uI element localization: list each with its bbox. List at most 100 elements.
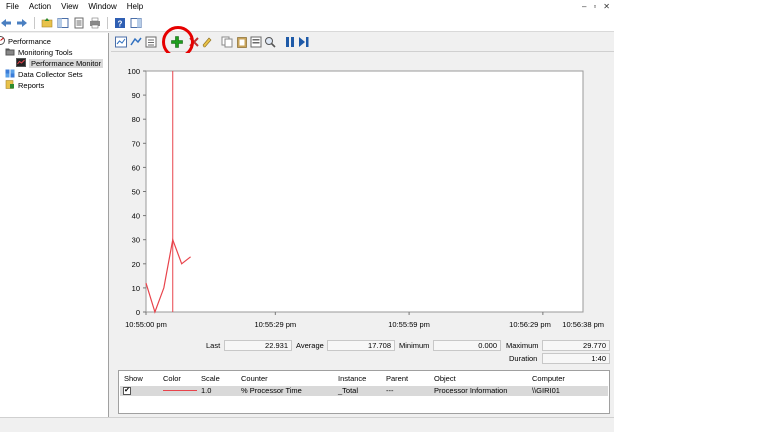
tree-item-data-collector-sets[interactable]: Data Collector Sets xyxy=(5,69,83,80)
menu-view[interactable]: View xyxy=(56,0,83,14)
x-tick-label: 10:55:29 pm xyxy=(254,320,296,329)
minimize-button[interactable]: – xyxy=(582,2,586,11)
reports-icon xyxy=(5,80,15,91)
tree-label: Monitoring Tools xyxy=(18,48,73,57)
y-tick-label: 90 xyxy=(132,91,140,100)
back-icon[interactable] xyxy=(0,17,12,29)
object-cell: Processor Information xyxy=(434,386,508,395)
up-folder-icon[interactable] xyxy=(41,17,53,29)
view-report-icon[interactable] xyxy=(145,36,157,48)
restore-button[interactable]: ▫ xyxy=(593,2,596,11)
parent-cell: --- xyxy=(386,386,394,395)
freeze-display-icon[interactable] xyxy=(130,36,142,48)
column-header-instance[interactable]: Instance xyxy=(338,374,366,383)
menu-window[interactable]: Window xyxy=(83,0,121,14)
y-tick-label: 80 xyxy=(132,115,140,124)
console-tree: Performance Monitoring Tools Performance… xyxy=(0,33,109,417)
menu-bar: File Action View Window Help – ▫ ✕ xyxy=(0,0,614,14)
help-icon[interactable]: ? xyxy=(114,17,126,29)
x-tick-label: 10:56:38 pm xyxy=(562,320,604,329)
svg-text:?: ? xyxy=(118,19,123,28)
window-controls: – ▫ ✕ xyxy=(582,2,610,11)
performance-line-chart[interactable]: 100908070605040302010010:55:00 pm 10:55:2… xyxy=(111,53,614,358)
duration-label: Duration xyxy=(509,354,538,363)
computer-cell: \\GIRI01 xyxy=(532,386,560,395)
performance-icon xyxy=(0,36,5,47)
statistics-bar: Last 22.931 Average 17.708 Minimum 0.000… xyxy=(111,337,614,369)
close-button[interactable]: ✕ xyxy=(603,2,610,11)
tree-item-reports[interactable]: Reports xyxy=(5,80,44,91)
menu-action[interactable]: Action xyxy=(24,0,56,14)
highlight-icon[interactable] xyxy=(201,36,213,48)
menu-help[interactable]: Help xyxy=(122,0,148,14)
data-collector-icon xyxy=(5,69,15,80)
status-bar xyxy=(0,417,614,432)
counter-cell: % Processor Time xyxy=(241,386,302,395)
export-list-icon[interactable] xyxy=(73,17,85,29)
view-graph-icon[interactable] xyxy=(115,36,127,48)
y-tick-label: 30 xyxy=(132,236,140,245)
toolbar-separator xyxy=(107,16,108,29)
tree-item-performance-monitor[interactable]: Performance Monitor xyxy=(16,58,104,69)
table-row[interactable]: ✔ 1.0 % Processor Time _Total --- Proces… xyxy=(120,386,608,396)
copy-properties-icon[interactable] xyxy=(221,36,233,48)
instance-cell: _Total xyxy=(338,386,359,395)
average-label: Average xyxy=(296,341,324,350)
y-tick-label: 20 xyxy=(132,260,140,269)
chart-area[interactable]: 100 90 80 70 60 50 40 30 20 10 0 10:55:00 pm 10:55:2… xyxy=(111,53,614,358)
counter-legend-table: Show Color Scale Counter Instance Parent… xyxy=(118,370,610,414)
column-header-parent[interactable]: Parent xyxy=(386,374,408,383)
folder-icon xyxy=(5,47,15,58)
average-value: 17.708 xyxy=(327,340,395,351)
x-tick-label: 10:55:59 pm xyxy=(388,320,430,329)
zoom-icon[interactable] xyxy=(264,36,276,48)
tree-label: Performance xyxy=(8,37,51,46)
perfmon-toolbar xyxy=(111,26,614,58)
y-tick-label: 10 xyxy=(132,284,140,293)
maximum-label: Maximum xyxy=(506,341,539,350)
tree-label: Performance Monitor xyxy=(29,59,104,68)
mmc-window: File Action View Window Help – ▫ ✕ ? Per… xyxy=(0,0,614,432)
menu-file[interactable]: File xyxy=(0,0,24,14)
y-tick-label: 0 xyxy=(136,308,140,317)
tree-item-performance[interactable]: Performance xyxy=(0,36,51,47)
show-console-tree-icon[interactable] xyxy=(57,17,69,29)
column-header-color[interactable]: Color xyxy=(163,374,181,383)
duration-value: 1:40 xyxy=(542,353,610,364)
properties-icon[interactable] xyxy=(250,36,262,48)
show-checkbox[interactable]: ✔ xyxy=(123,387,131,395)
minimum-label: Minimum xyxy=(399,341,430,350)
last-value: 22.931 xyxy=(224,340,292,351)
desktop-background xyxy=(614,0,768,432)
maximum-value: 29.770 xyxy=(542,340,610,351)
minimum-value: 0.000 xyxy=(433,340,501,351)
update-data-icon[interactable] xyxy=(298,36,310,48)
y-tick-label: 70 xyxy=(132,139,140,148)
toolbar-separator xyxy=(34,16,35,29)
scale-cell: 1.0 xyxy=(201,386,212,395)
x-tick-label: 10:56:29 pm xyxy=(509,320,551,329)
y-tick-label: 100 xyxy=(127,67,140,76)
pause-icon[interactable] xyxy=(284,36,296,48)
y-tick-label: 40 xyxy=(132,212,140,221)
show-action-pane-icon[interactable] xyxy=(130,17,142,29)
y-tick-label: 60 xyxy=(132,163,140,172)
performance-monitor-pane: 100 90 80 70 60 50 40 30 20 10 0 10:55:00 pm 10:55:2… xyxy=(111,26,614,417)
forward-icon[interactable] xyxy=(16,17,28,29)
tree-label: Data Collector Sets xyxy=(18,70,83,79)
monitor-chart-icon xyxy=(16,58,26,69)
column-header-object[interactable]: Object xyxy=(434,374,456,383)
tree-item-monitoring-tools[interactable]: Monitoring Tools xyxy=(5,47,72,58)
column-header-counter[interactable]: Counter xyxy=(241,374,268,383)
plot-area xyxy=(145,70,584,313)
paste-counter-list-icon[interactable] xyxy=(236,36,248,48)
column-header-show[interactable]: Show xyxy=(124,374,143,383)
column-header-scale[interactable]: Scale xyxy=(201,374,220,383)
tree-label: Reports xyxy=(18,81,45,90)
print-icon[interactable] xyxy=(89,17,101,29)
y-tick-label: 50 xyxy=(132,188,140,197)
last-label: Last xyxy=(206,341,221,350)
x-tick-label: 10:55:00 pm xyxy=(125,320,167,329)
main-toolbar: ? xyxy=(0,14,614,32)
column-header-computer[interactable]: Computer xyxy=(532,374,565,383)
